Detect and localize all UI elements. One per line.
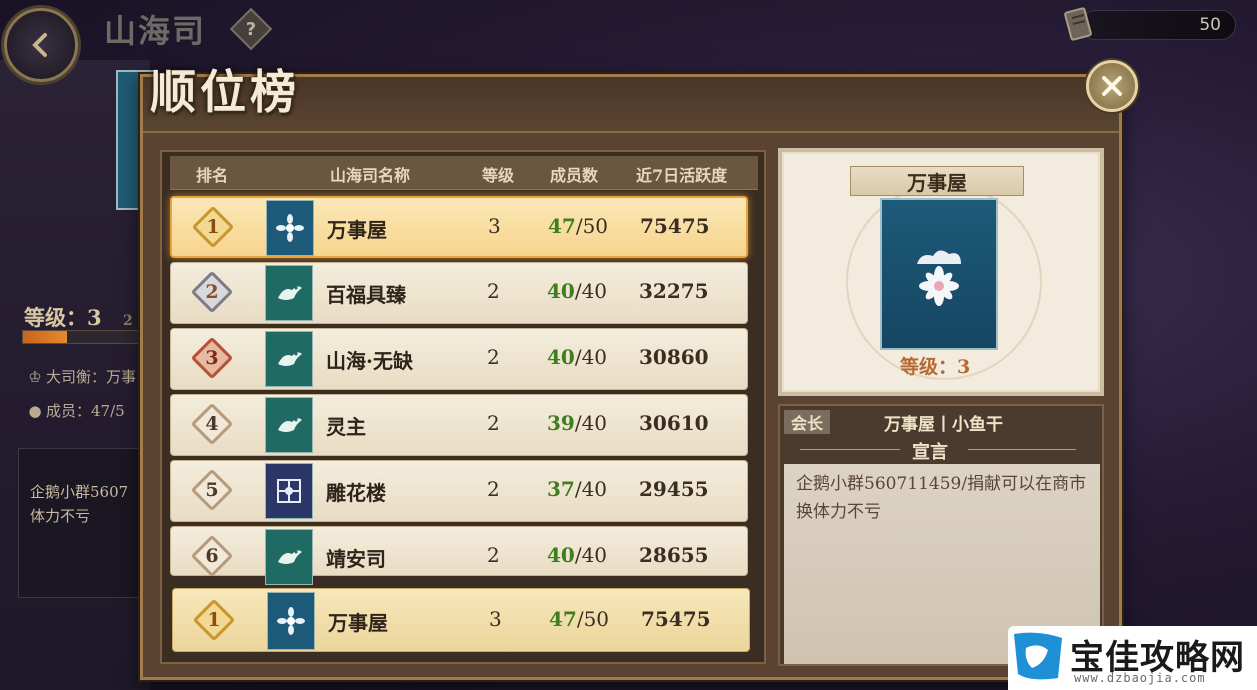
leader-name: 万事屋丨小鱼干 (884, 415, 1003, 435)
header-level: 等级 (482, 166, 515, 185)
declaration-text: 企鹅小群560711459/捐献可以在商市换体力不亏 (796, 474, 1087, 522)
leader-tag: 会长 (784, 410, 830, 434)
guild-name: 万事屋 (328, 611, 388, 635)
ranking-row[interactable]: 3 山海·无缺 2 40/40 30860 (170, 328, 748, 390)
guild-name: 万事屋 (327, 218, 387, 242)
guild-level: 2 (487, 477, 500, 501)
currency-value: 50 (1199, 15, 1221, 35)
back-button[interactable] (4, 8, 78, 82)
bird-emblem-icon (278, 352, 302, 366)
back-arrow-icon (32, 33, 47, 57)
person-icon: ● (28, 402, 42, 420)
guild-activity: 75475 (640, 214, 710, 238)
background-notice-text: 企鹅小群5607 体力不亏 (30, 483, 129, 525)
ranking-row[interactable]: 2 百福具臻 2 40/40 32275 (170, 262, 748, 324)
header-name: 山海司名称 (330, 166, 411, 185)
guild-emblem (265, 529, 313, 585)
ranking-row[interactable]: 6 靖安司 2 40/40 28655 (170, 526, 748, 585)
divider-left (800, 449, 900, 450)
page-title: 山海司 (104, 12, 207, 50)
guild-level: 3 (488, 214, 501, 238)
cloud-flower-emblem-icon (917, 250, 961, 306)
rank-badge: 1 (191, 205, 235, 249)
guild-emblem (265, 331, 313, 387)
guild-activity: 28655 (639, 543, 709, 567)
guild-members: 40/40 (547, 543, 608, 567)
guild-level: 2 (487, 345, 500, 369)
bird-emblem-icon (278, 286, 302, 300)
currency-bar: 50 (1080, 10, 1236, 40)
guild-name: 雕花楼 (326, 481, 386, 505)
divider-right (968, 449, 1076, 450)
guild-activity: 75475 (641, 607, 711, 631)
brand-url: www.dzbaojia.com (1074, 671, 1206, 685)
ranking-row[interactable]: 5 雕花楼 2 37/40 29455 (170, 460, 748, 522)
declaration-title: 宣言 (912, 442, 948, 463)
guild-members: 47/50 (549, 607, 610, 631)
lattice-emblem-icon (277, 479, 301, 503)
guild-name: 百福具臻 (326, 283, 406, 307)
guild-members: 39/40 (547, 411, 608, 435)
header-members: 成员数 (550, 166, 599, 185)
guild-name: 山海·无缺 (326, 349, 413, 373)
detail-guild-emblem (880, 198, 998, 350)
help-icon[interactable]: ? (229, 7, 273, 51)
header-activity: 近7日活跃度 (636, 166, 728, 185)
ranking-row[interactable]: 4 灵主 2 39/40 30610 (170, 394, 748, 456)
guild-emblem (267, 592, 315, 650)
crown-icon: ♔ (28, 368, 42, 386)
guild-activity: 30860 (639, 345, 709, 369)
guild-emblem (265, 265, 313, 321)
guild-emblem (265, 397, 313, 453)
close-icon (1102, 76, 1122, 96)
guild-name: 灵主 (326, 415, 366, 439)
rank-badge: 1 (192, 598, 236, 642)
background-level-label: 等级：3 2 (24, 305, 133, 330)
guild-level: 3 (489, 607, 502, 631)
scroll-currency-icon (1064, 7, 1092, 41)
rank-badge: 5 (190, 468, 234, 512)
background-members-label: ● 成员：47/5 (26, 400, 124, 421)
guild-activity: 29455 (639, 477, 709, 501)
guild-activity: 30610 (639, 411, 709, 435)
guild-members: 40/40 (547, 279, 608, 303)
rank-badge: 6 (190, 534, 234, 578)
detail-guild-name: 万事屋 (850, 166, 1024, 196)
background-leader-label: ♔ 大司衡：万事 (26, 366, 136, 387)
guild-name: 靖安司 (326, 547, 386, 571)
brand-logo-icon (1014, 632, 1062, 680)
guild-activity: 32275 (639, 279, 709, 303)
background-level-progress (22, 330, 150, 344)
flower-emblem-icon (277, 607, 305, 635)
guild-level: 2 (487, 543, 500, 567)
header-rank: 排名 (196, 166, 229, 185)
close-button[interactable] (1086, 60, 1138, 112)
guild-members: 47/50 (548, 214, 609, 238)
rank-badge: 4 (190, 402, 234, 446)
rank-badge: 3 (190, 336, 234, 380)
modal-title: 顺位榜 (150, 65, 300, 119)
bird-emblem-icon (278, 550, 302, 564)
guild-level: 2 (487, 279, 500, 303)
flower-emblem-icon (276, 214, 304, 242)
guild-emblem (266, 200, 314, 256)
ranking-list-header: 排名 山海司名称 等级 成员数 近7日活跃度 (170, 156, 758, 190)
my-guild-row[interactable]: 1 万事屋 3 47/50 75475 (172, 588, 750, 652)
guild-emblem (265, 463, 313, 519)
guild-members: 40/40 (547, 345, 608, 369)
guild-members: 37/40 (547, 477, 608, 501)
detail-guild-level: 等级：3 (900, 356, 971, 378)
guild-level: 2 (487, 411, 500, 435)
ranking-row[interactable]: 1 万事屋 3 47/50 75475 (170, 196, 748, 258)
rank-badge: 2 (190, 270, 234, 314)
bird-emblem-icon (278, 418, 302, 432)
